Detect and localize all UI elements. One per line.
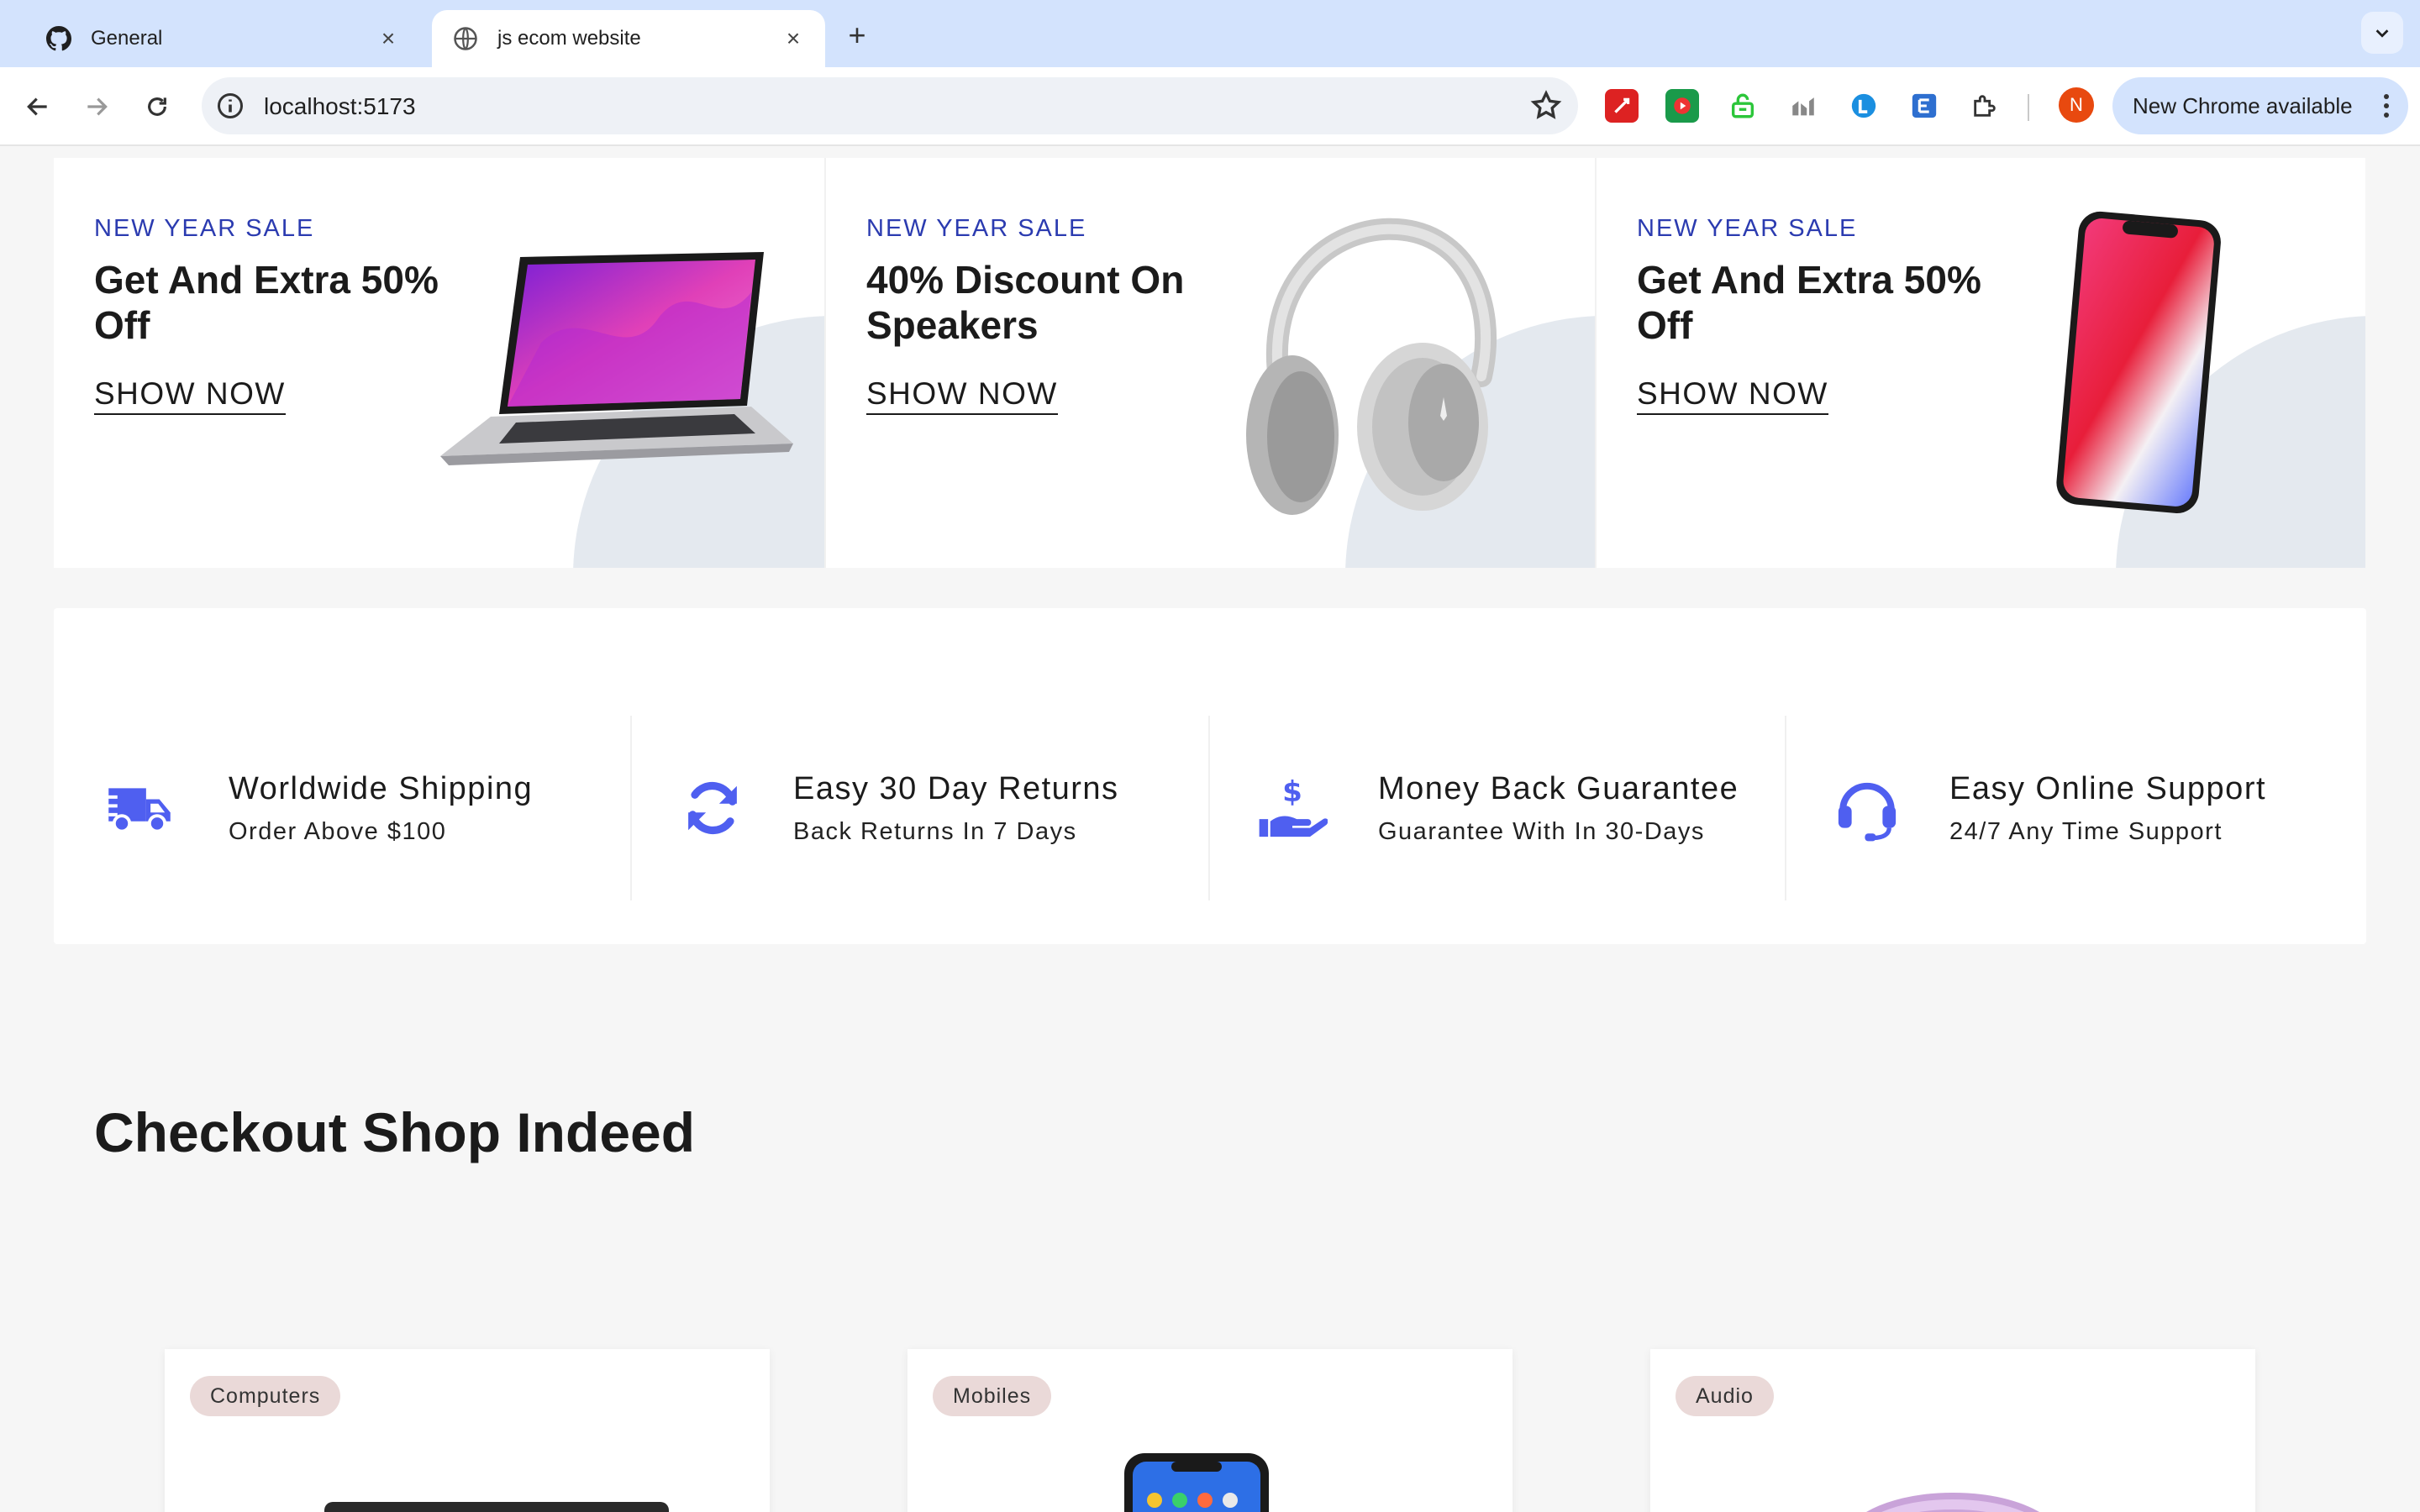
extensions-puzzle-icon[interactable] — [1968, 89, 2002, 123]
reload-icon[interactable] — [136, 86, 178, 128]
feature-title: Easy Online Support — [1949, 771, 2267, 806]
banner-heading: Get And Extra 50% Off — [94, 258, 439, 347]
browser-tab-strip: General × js ecom website × + — [0, 0, 2420, 67]
address-bar[interactable]: localhost:5173 — [202, 77, 1578, 134]
category-badge: Mobiles — [933, 1376, 1052, 1416]
tab-search-chevron-icon[interactable] — [2361, 12, 2403, 54]
menu-dots-icon[interactable] — [2383, 92, 2390, 119]
extension-play-icon[interactable] — [1665, 89, 1699, 123]
feature-title: Money Back Guarantee — [1378, 771, 1739, 806]
promo-banner-speakers[interactable]: NEW YEAR SALE 40% Discount On Speakers S… — [824, 158, 1595, 568]
bookmark-star-icon[interactable] — [1529, 89, 1563, 123]
show-now-link[interactable]: SHOW NOW — [866, 376, 1058, 415]
feature-subtitle: Back Returns In 7 Days — [793, 818, 1077, 845]
toolbar-divider — [2028, 94, 2029, 121]
promo-banners: NEW YEAR SALE Get And Extra 50% Off SHOW… — [54, 158, 2366, 568]
show-now-link[interactable]: SHOW NOW — [1637, 376, 1828, 415]
profile-avatar[interactable]: N — [2059, 87, 2094, 123]
avatar-initial: N — [2070, 94, 2083, 115]
address-url: localhost:5173 — [264, 93, 416, 119]
feature-divider — [1208, 716, 1210, 900]
tab-title: General — [91, 27, 163, 50]
truck-icon — [104, 788, 171, 833]
category-badge: Audio — [1676, 1376, 1774, 1416]
tab-general[interactable]: General × — [25, 10, 420, 67]
smartphone-image — [2056, 211, 2221, 514]
github-icon — [45, 25, 72, 52]
browser-toolbar: localhost:5173 N New Chrome available — [0, 67, 2420, 146]
chrome-update-button[interactable]: New Chrome available — [2112, 77, 2408, 134]
tab-js-ecom-website[interactable]: js ecom website × — [432, 10, 825, 67]
feature-divider — [630, 716, 632, 900]
feature-divider — [1785, 716, 1786, 900]
feature-subtitle: Order Above $100 — [229, 818, 447, 845]
site-info-icon[interactable] — [215, 91, 245, 121]
extension-red-icon[interactable] — [1605, 89, 1639, 123]
show-now-link[interactable]: SHOW NOW — [94, 376, 286, 415]
features-strip: Worldwide Shipping Order Above $100 Easy… — [54, 608, 2366, 944]
money-hand-icon: $ — [1259, 775, 1328, 837]
feature-subtitle: 24/7 Any Time Support — [1949, 818, 2223, 845]
banner-eyebrow: NEW YEAR SALE — [866, 215, 1087, 242]
extension-blue-circle-icon[interactable] — [1847, 89, 1881, 123]
feature-subtitle: Guarantee With In 30-Days — [1378, 818, 1705, 845]
extension-blue-square-icon[interactable] — [1907, 89, 1941, 123]
tab-title: js ecom website — [497, 27, 641, 50]
globe-icon — [452, 25, 479, 52]
audio-image — [1866, 1493, 2039, 1512]
forward-arrow-icon[interactable] — [76, 86, 118, 128]
svg-text:$: $ — [1282, 775, 1302, 809]
close-tab-icon[interactable]: × — [781, 27, 805, 50]
mobile-image — [1124, 1453, 1269, 1512]
category-card-computers[interactable]: Computers — [165, 1349, 770, 1512]
banner-heading: 40% Discount On Speakers — [866, 258, 1185, 347]
new-tab-icon[interactable]: + — [839, 17, 876, 54]
update-label: New Chrome available — [2133, 92, 2353, 118]
category-badge: Computers — [190, 1376, 341, 1416]
headphones-image — [1246, 218, 1497, 515]
back-arrow-icon[interactable] — [17, 86, 59, 128]
feature-title: Easy 30 Day Returns — [793, 771, 1119, 806]
category-card-audio[interactable]: Audio — [1650, 1349, 2255, 1512]
laptop-image — [440, 252, 793, 465]
refresh-icon — [688, 781, 737, 835]
feature-title: Worldwide Shipping — [229, 771, 534, 806]
banner-heading: Get And Extra 50% Off — [1637, 258, 1981, 347]
extension-chart-icon[interactable] — [1786, 89, 1820, 123]
section-title: Checkout Shop Indeed — [94, 1101, 696, 1163]
promo-banner-laptop[interactable]: NEW YEAR SALE Get And Extra 50% Off SHOW… — [54, 158, 824, 568]
headset-icon — [1838, 782, 1897, 842]
banner-eyebrow: NEW YEAR SALE — [1637, 215, 1858, 242]
category-card-mobiles[interactable]: Mobiles — [908, 1349, 1512, 1512]
close-tab-icon[interactable]: × — [376, 27, 400, 50]
promo-banner-smartphone[interactable]: NEW YEAR SALE Get And Extra 50% Off SHOW… — [1595, 158, 2365, 568]
extension-lock-icon[interactable] — [1726, 89, 1760, 123]
computer-image — [324, 1502, 669, 1512]
banner-eyebrow: NEW YEAR SALE — [94, 215, 315, 242]
